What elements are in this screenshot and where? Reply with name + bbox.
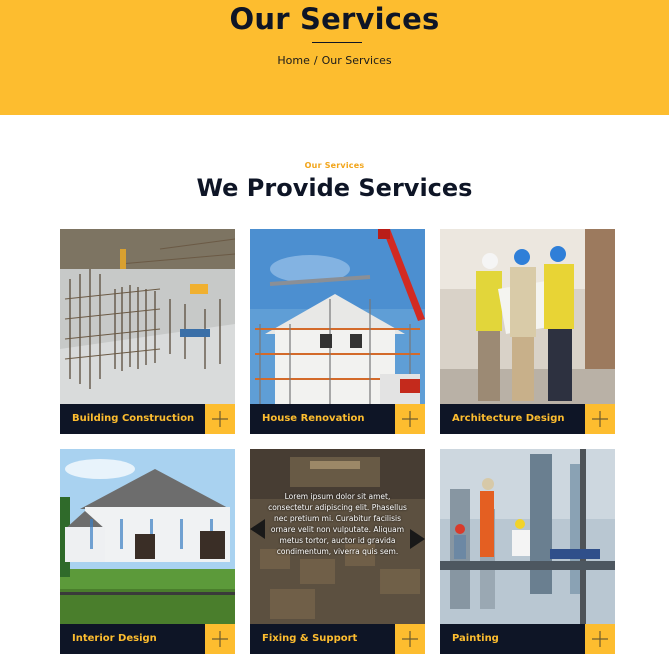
- service-card-painting[interactable]: Painting: [440, 449, 615, 654]
- interior-design-photo: [60, 449, 235, 624]
- service-card-title-bar: Building Construction: [60, 404, 205, 434]
- section-title: We Provide Services: [196, 174, 473, 202]
- service-card-title-bar: House Renovation: [250, 404, 395, 434]
- service-card-house-renovation[interactable]: House Renovation: [250, 229, 425, 434]
- breadcrumb-separator: /: [313, 54, 318, 67]
- architecture-design-photo: [440, 229, 615, 404]
- plus-icon[interactable]: [395, 624, 425, 654]
- service-card-title-bar: Painting: [440, 624, 585, 654]
- service-card-building-construction[interactable]: Building Construction: [60, 229, 235, 434]
- plus-icon[interactable]: [395, 404, 425, 434]
- service-card-architecture-design[interactable]: Architecture Design: [440, 229, 615, 434]
- plus-icon[interactable]: [585, 404, 615, 434]
- service-card-label: Architecture Design: [452, 413, 565, 424]
- section-eyebrow: Our Services: [304, 161, 365, 170]
- building-construction-photo: [60, 229, 235, 404]
- breadcrumb: Home / Our Services: [0, 54, 669, 67]
- service-card-interior-design[interactable]: Interior Design: [60, 449, 235, 654]
- service-card-title-bar: Architecture Design: [440, 404, 585, 434]
- title-underline: [312, 42, 362, 43]
- breadcrumb-home-link[interactable]: Home: [277, 54, 309, 67]
- page-title: Our Services: [229, 2, 440, 36]
- service-card-label: Painting: [452, 633, 499, 644]
- plus-icon[interactable]: [585, 624, 615, 654]
- service-card-title-bar: Interior Design: [60, 624, 205, 654]
- service-card-title-bar: Fixing & Support: [250, 624, 395, 654]
- service-card-label: House Renovation: [262, 413, 365, 424]
- page-header-banner: Our Services Home / Our Services: [0, 0, 669, 115]
- painting-photo: [440, 449, 615, 624]
- plus-icon[interactable]: [205, 404, 235, 434]
- house-renovation-photo: [250, 229, 425, 404]
- service-card-fixing-support[interactable]: Lorem ipsum dolor sit amet, consectetur …: [250, 449, 425, 654]
- service-card-overlay-text: Lorem ipsum dolor sit amet, consectetur …: [268, 492, 407, 556]
- service-card-label: Interior Design: [72, 633, 157, 644]
- breadcrumb-current: Our Services: [321, 54, 392, 67]
- plus-icon[interactable]: [205, 624, 235, 654]
- service-card-label: Fixing & Support: [262, 633, 358, 644]
- service-card-label: Building Construction: [72, 413, 195, 424]
